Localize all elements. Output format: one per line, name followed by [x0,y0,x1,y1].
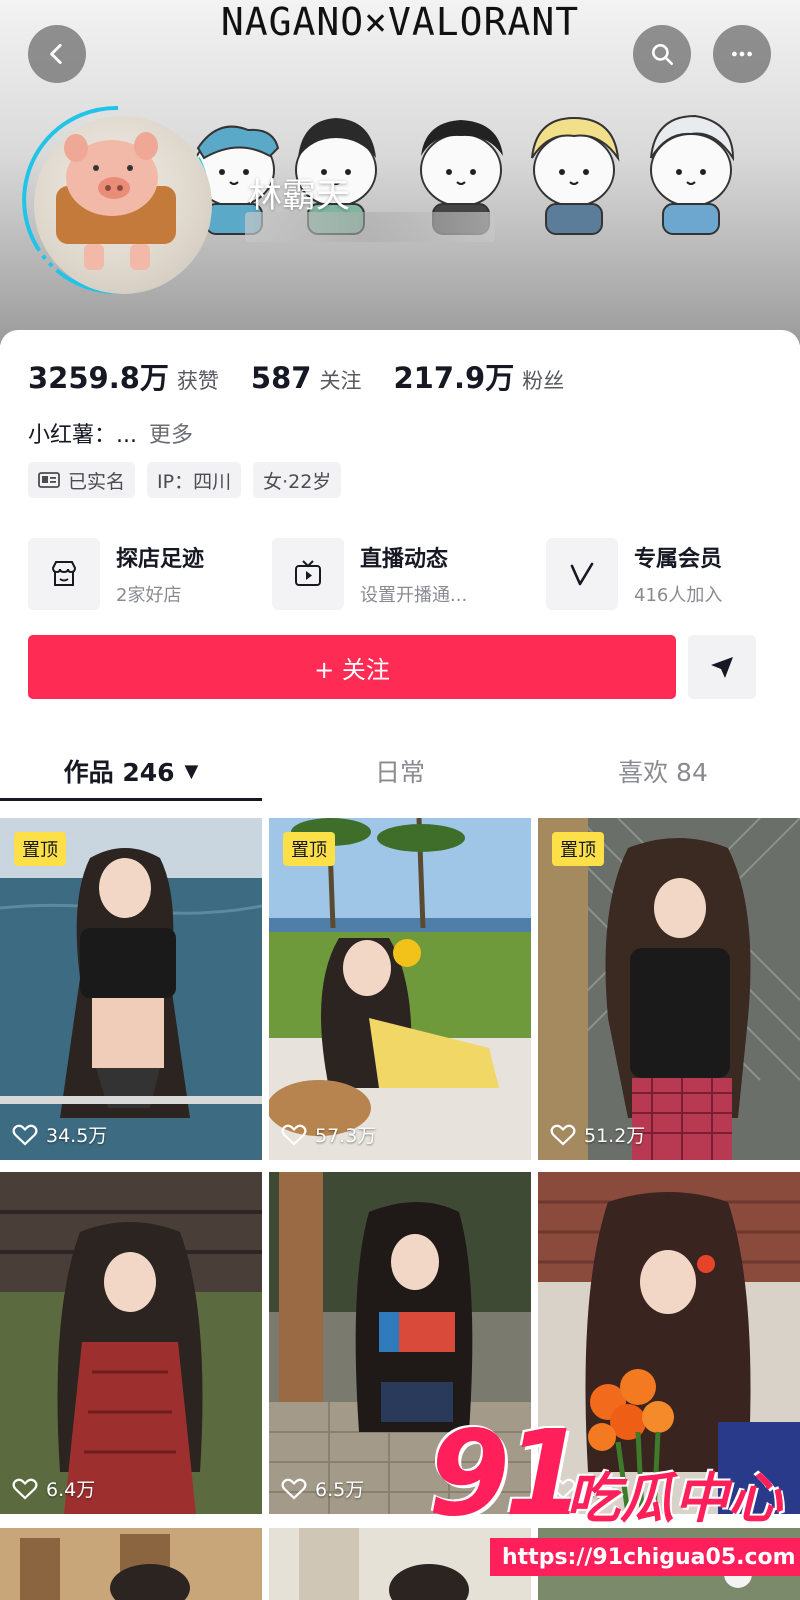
video-likes: 51.2万 [550,1121,645,1148]
heart-outline-icon [281,1478,307,1500]
video-thumbnail[interactable] [0,1528,262,1600]
stat-likes[interactable]: 3259.8万 获赞 [28,355,219,397]
back-button[interactable] [28,25,86,83]
service-store-visits[interactable]: 探店足迹 2家好店 [28,538,204,610]
video-thumbnail[interactable]: 置顶 57.3万 [269,818,531,1160]
service-subtitle: 2家好店 [116,585,182,606]
profile-nickname: 林霸天 [248,176,350,216]
video-likes: 57.3万 [281,1121,376,1148]
pig-figure-icon [56,132,176,270]
service-text: 探店足迹 2家好店 [116,541,204,607]
active-tab-indicator [0,798,262,801]
service-live-updates[interactable]: 直播动态 设置开播通... [272,538,467,610]
service-title: 探店足迹 [116,547,205,572]
share-button[interactable] [688,635,756,699]
site-watermark: 91 吃瓜中心 https://91chigua05.com [428,1404,800,1600]
likes-count: 57.3万 [315,1125,377,1147]
search-button[interactable] [633,25,691,83]
stat-followers[interactable]: 217.9万 粉丝 [393,355,564,397]
pinned-badge: 置顶 [283,832,335,866]
stat-value: 217.9万 [393,361,515,395]
service-icon-box [272,538,344,610]
content-tabs: 作品 246 ▼ 日常 喜欢 84 [0,740,800,802]
more-options-button[interactable] [713,25,771,83]
heart-outline-icon [550,1124,576,1146]
tag-label: 女·22岁 [263,470,332,493]
tab-likes[interactable]: 喜欢 84 [532,740,794,802]
photo-sea-scene [0,818,262,1160]
tag-label: IP：四川 [157,470,232,493]
tab-works[interactable]: 作品 246 ▼ [0,740,262,802]
service-icon-box [28,538,100,610]
stat-following[interactable]: 587 关注 [251,361,362,395]
heart-outline-icon [12,1478,38,1500]
profile-stats: 3259.8万 获赞 587 关注 217.9万 粉丝 [28,355,596,397]
watermark-text: 吃瓜中心 [566,1467,782,1530]
service-text: 直播动态 设置开播通... [360,541,467,607]
tab-label: 日常 [374,758,425,787]
send-icon [711,657,733,678]
profile-banner: NAGANO×VALORANT 林霸天 [0,0,800,345]
shop-icon [51,561,77,586]
photo-cafe-scene [0,1528,262,1600]
profile-bio: 小红薯：... 更多 [28,417,193,449]
stat-value: 587 [250,361,312,395]
heart-outline-icon [12,1124,38,1146]
profile-services: 探店足迹 2家好店 直播动态 设置开播通... 专属会员 416人加入 [28,538,772,612]
heart-outline-icon [281,1124,307,1146]
stat-label: 关注 [319,369,362,393]
tag-label: 已实名 [68,470,126,493]
video-thumbnail[interactable]: 置顶 34.5万 [0,818,262,1160]
avatar[interactable] [34,116,212,294]
service-title: 专属会员 [634,547,723,572]
pinned-badge: 置顶 [552,832,604,866]
video-likes: 6.4万 [12,1475,95,1502]
pinned-badge: 置顶 [14,832,66,866]
watermark-url: https://91chigua05.com [490,1538,800,1576]
video-thumbnail[interactable]: 6.4万 [0,1172,262,1514]
caret-down-icon: ▼ [184,760,199,782]
stat-label: 粉丝 [522,369,565,393]
profile-tags: 已实名 IP：四川 女·22岁 [28,462,353,498]
video-likes: 34.5万 [12,1121,107,1148]
likes-count: 34.5万 [46,1125,108,1147]
watermark-number: 91 [428,1404,586,1542]
likes-count: 6.4万 [46,1479,96,1501]
tag-ip: IP：四川 [147,462,242,498]
id-card-icon [38,472,60,488]
bio-more-link[interactable]: 更多 [149,423,193,448]
service-subtitle: 设置开播通... [360,585,468,606]
follow-button[interactable]: + 关注 [28,635,676,699]
service-subtitle: 416人加入 [634,585,723,606]
live-tv-icon [295,560,321,586]
chevron-left-icon [50,43,62,65]
photo-rooftop-scene [0,1172,262,1514]
stat-value: 3259.8万 [28,361,169,395]
tag-gender-age: 女·22岁 [253,462,342,498]
likes-count: 51.2万 [584,1125,646,1147]
likes-count: 6.5万 [315,1479,365,1501]
tab-daily[interactable]: 日常 [269,740,531,802]
tab-label: 作品 246 [63,758,175,787]
video-thumbnail[interactable]: 置顶 51.2万 [538,818,800,1160]
photo-fence-scene [538,818,800,1160]
service-icon-box [546,538,618,610]
bio-text: 小红薯：... [28,423,137,448]
video-likes: 6.5万 [281,1475,364,1502]
member-v-icon [570,562,594,586]
tab-label: 喜欢 84 [618,758,708,787]
search-icon [652,44,674,66]
photo-lawn-scene [269,818,531,1160]
stat-label: 获赞 [176,369,219,393]
mascot-illustration [518,108,630,238]
service-membership[interactable]: 专属会员 416人加入 [546,538,722,610]
blurred-account-id [245,212,495,242]
tag-verified: 已实名 [28,462,136,498]
mascot-illustration [635,108,747,238]
service-title: 直播动态 [360,547,449,572]
service-text: 专属会员 416人加入 [634,541,722,607]
more-dots-icon [732,51,752,57]
